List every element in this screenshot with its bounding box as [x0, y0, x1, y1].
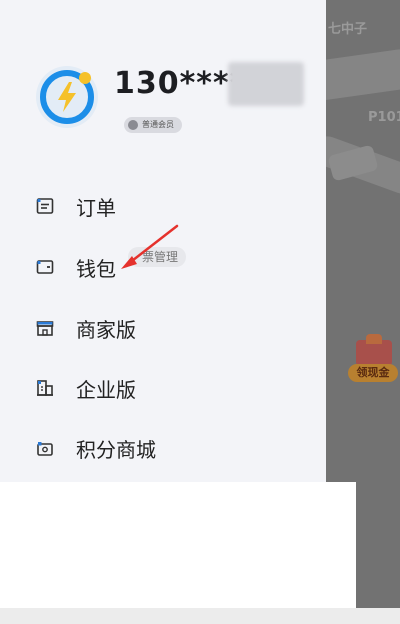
map-label-top: 七中子 [328, 22, 368, 37]
menu-label-merchant: 商家版 [76, 317, 136, 342]
menu-item-orders[interactable]: 订单 [36, 186, 296, 226]
menu-item-merchant[interactable]: 商家版 [36, 308, 296, 348]
menu-label-points-mall: 积分商城 [76, 437, 156, 462]
member-level-badge[interactable]: 普通会员 [124, 117, 182, 133]
red-envelope-icon [356, 334, 392, 366]
menu-label-orders: 订单 [76, 195, 116, 220]
member-level-icon [128, 120, 138, 130]
member-level-text: 普通会员 [142, 120, 174, 129]
menu-label-wallet: 钱包 [76, 256, 116, 281]
menu-item-points-mall[interactable]: 积分商城 [36, 428, 296, 468]
cash-promo-badge[interactable]: 领现金 [348, 334, 398, 384]
avatar[interactable] [36, 66, 98, 128]
order-list-icon [36, 197, 54, 215]
user-phone: 130**** [114, 66, 247, 101]
menu-item-enterprise[interactable]: 企业版 [36, 368, 296, 408]
wallet-icon [36, 258, 54, 276]
promo-label: 领现金 [348, 364, 398, 382]
ticket-management-hint[interactable]: 票管理 [128, 247, 187, 267]
redacted-phone-digits [228, 62, 304, 106]
lightning-logo-icon [40, 70, 94, 124]
map-label-p: P101 [368, 110, 400, 125]
menu-label-enterprise: 企业版 [76, 377, 136, 402]
blank-panel [0, 482, 356, 608]
store-icon [36, 319, 54, 337]
gift-shop-icon [36, 439, 54, 457]
bottom-strip [0, 608, 400, 624]
building-icon [36, 379, 54, 397]
